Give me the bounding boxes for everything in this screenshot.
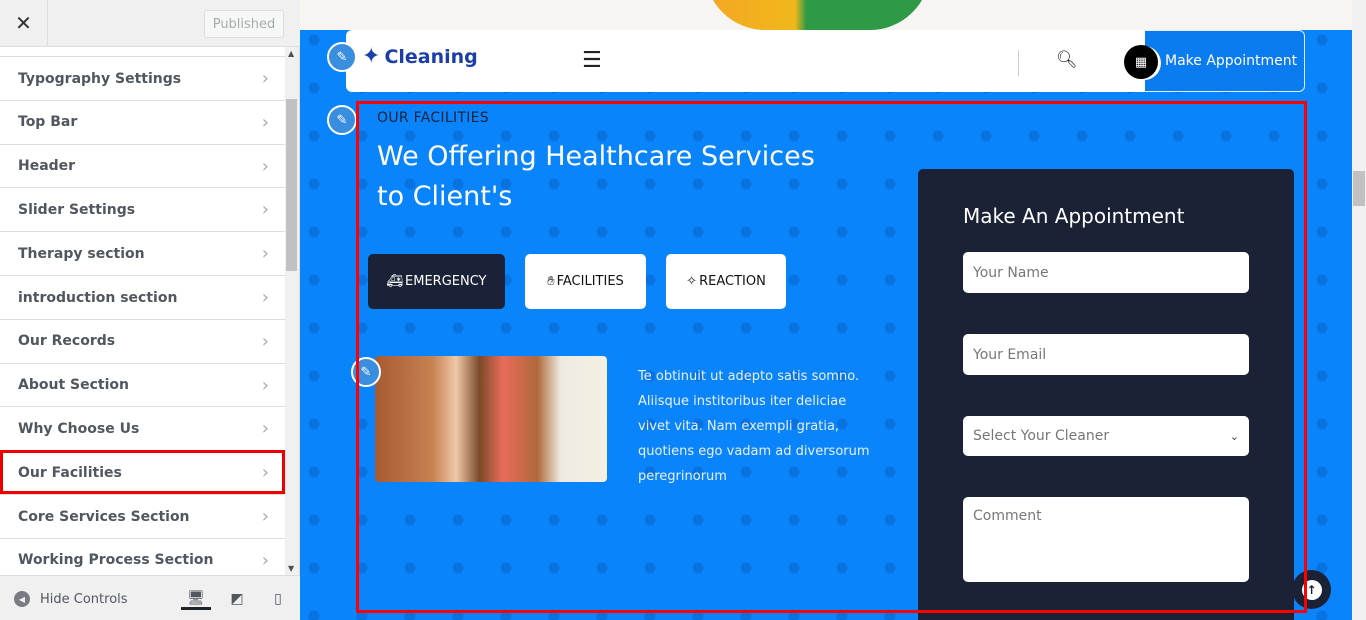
- scroll-up-arrow-icon[interactable]: ▲: [288, 49, 294, 58]
- cleaner-select[interactable]: Select Your Cleaner ⌄: [963, 416, 1249, 456]
- scrollbar-thumb[interactable]: [1353, 171, 1365, 206]
- sidebar-item-label: introduction section: [18, 289, 178, 306]
- sidebar-item-label: Typography Settings: [18, 70, 182, 87]
- tab-reaction[interactable]: ✧ REACTION: [666, 254, 786, 309]
- tab-emergency[interactable]: 🚑︎ EMERGENCY: [368, 254, 505, 309]
- sidebar-footer: ◀ Hide Controls 🖥 ◩ ▯: [0, 575, 300, 620]
- tab-facilities[interactable]: ✋︎ FACILITIES: [525, 254, 646, 309]
- sidebar-item[interactable]: Core Services Section ›: [0, 494, 285, 538]
- sidebar-item[interactable]: Header ›: [0, 143, 285, 188]
- chevron-right-icon: ›: [261, 199, 269, 221]
- edit-section-pencil-icon[interactable]: ✎: [327, 105, 357, 135]
- chevron-right-icon: ›: [261, 374, 269, 396]
- section-list: Typography Settings › Top Bar › Header › Slide…: [0, 47, 285, 575]
- sidebar-item-label: Therapy section: [18, 245, 145, 262]
- facility-description: Te obtinuit ut adepto satis somno. Aliis…: [638, 369, 870, 484]
- preview-scrollbar[interactable]: [1352, 0, 1366, 620]
- sidebar-item-label: Working Process Section: [18, 552, 214, 569]
- sidebar-item[interactable]: Working Process Section ›: [0, 537, 285, 575]
- chevron-right-icon: ›: [261, 418, 269, 440]
- section-title: We Offering Healthcare Services to Clien…: [377, 141, 815, 212]
- sidebar-item-label: Our Facilities: [18, 464, 122, 481]
- edit-image-pencil-icon[interactable]: ✎: [351, 357, 381, 387]
- sidebar-item-label: About Section: [18, 377, 129, 394]
- tab-label: EMERGENCY: [405, 274, 487, 289]
- chevron-right-icon: ›: [261, 243, 269, 265]
- ambulance-icon: 🚑︎: [386, 274, 404, 289]
- customizer-sidebar: ✕ Published Typography Settings › Top Bar ›…: [0, 0, 300, 620]
- search-icon[interactable]: 🔍︎: [1056, 50, 1078, 70]
- chevron-right-icon: ›: [261, 549, 269, 571]
- facility-image: [375, 356, 607, 482]
- appointment-form: Make An Appointment Your Name Your Email…: [918, 169, 1294, 620]
- sidebar-item-label: Slider Settings: [18, 201, 136, 218]
- sidebar-item[interactable]: Our Records ›: [0, 318, 285, 363]
- chevron-down-icon: ⌄: [1229, 429, 1239, 443]
- sidebar-header: ✕ Published: [0, 0, 300, 47]
- sidebar-scrollbar[interactable]: ▲ ▼: [285, 47, 298, 575]
- sidebar-item-label: Header: [18, 158, 76, 175]
- sparkle-icon: ✧: [686, 274, 698, 289]
- sidebar-item[interactable]: Typography Settings ›: [0, 56, 285, 100]
- make-appointment-button[interactable]: Make Appointment: [1145, 30, 1305, 92]
- chevron-right-icon: ›: [261, 155, 269, 177]
- arrow-up-icon: ↑: [1301, 579, 1322, 600]
- sidebar-item[interactable]: Why Choose Us ›: [0, 406, 285, 450]
- select-value: Select Your Cleaner: [973, 428, 1110, 444]
- email-input[interactable]: Your Email: [963, 334, 1249, 375]
- chevron-right-icon: ›: [261, 111, 269, 133]
- hide-controls-label: Hide Controls: [40, 591, 128, 607]
- scroll-down-arrow-icon[interactable]: ▼: [288, 564, 294, 573]
- form-title: Make An Appointment: [963, 204, 1185, 228]
- sidebar-item[interactable]: Therapy section ›: [0, 231, 285, 275]
- site-header: ✦ Cleaning ☰ 🔍︎: [346, 30, 1146, 92]
- name-input[interactable]: Your Name: [963, 252, 1249, 293]
- edit-header-pencil-icon[interactable]: ✎: [327, 42, 357, 72]
- hero-figure: [705, 0, 930, 30]
- hands-wash-icon: ✋︎: [547, 274, 555, 289]
- sidebar-item-label: Our Records: [18, 333, 116, 350]
- divider: [1018, 50, 1019, 76]
- sidebar-item[interactable]: introduction section ›: [0, 275, 285, 319]
- desktop-preview-icon[interactable]: 🖥: [181, 588, 211, 610]
- chevron-right-icon: ›: [261, 330, 269, 352]
- chevron-right-icon: ›: [261, 287, 269, 308]
- published-button[interactable]: Published: [204, 10, 284, 38]
- tab-label: REACTION: [699, 274, 766, 289]
- scroll-to-top-button[interactable]: ↑: [1292, 570, 1331, 609]
- close-icon[interactable]: ✕: [0, 0, 48, 46]
- sidebar-item-label: Core Services Section: [18, 508, 190, 525]
- site-logo[interactable]: ✦ Cleaning: [362, 44, 478, 69]
- sidebar-item[interactable]: Slider Settings ›: [0, 187, 285, 231]
- chevron-right-icon: ›: [261, 506, 269, 527]
- mobile-preview-icon[interactable]: ▯: [263, 588, 293, 610]
- sidebar-item[interactable]: Top Bar ›: [0, 99, 285, 144]
- arrow-left-circle-icon: ◀: [14, 591, 30, 607]
- site-preview: ✦ Cleaning ☰ 🔍︎ Make Appointment ▦ ✎ ✎ O…: [300, 0, 1352, 620]
- tab-label: FACILITIES: [556, 274, 624, 289]
- hero-image-strip: [300, 0, 1352, 30]
- chevron-right-icon: ›: [261, 462, 269, 484]
- sidebar-item-label: Top Bar: [18, 114, 78, 131]
- tablet-preview-icon[interactable]: ◩: [222, 588, 252, 610]
- sidebar-item[interactable]: Our Facilities ›: [0, 450, 285, 495]
- scrollbar-thumb[interactable]: [286, 99, 297, 271]
- logo-text: Cleaning: [384, 45, 478, 68]
- calendar-icon: ▦: [1124, 45, 1158, 79]
- section-eyebrow: OUR FACILITIES: [377, 110, 489, 126]
- sparkle-logo-icon: ✦: [362, 44, 381, 69]
- chevron-right-icon: ›: [261, 68, 269, 89]
- sidebar-item[interactable]: About Section ›: [0, 362, 285, 407]
- hamburger-menu-icon[interactable]: ☰: [582, 48, 602, 73]
- sidebar-item-label: Why Choose Us: [18, 420, 140, 437]
- comment-textarea[interactable]: Comment: [963, 497, 1249, 582]
- hide-controls-button[interactable]: ◀ Hide Controls: [14, 591, 128, 607]
